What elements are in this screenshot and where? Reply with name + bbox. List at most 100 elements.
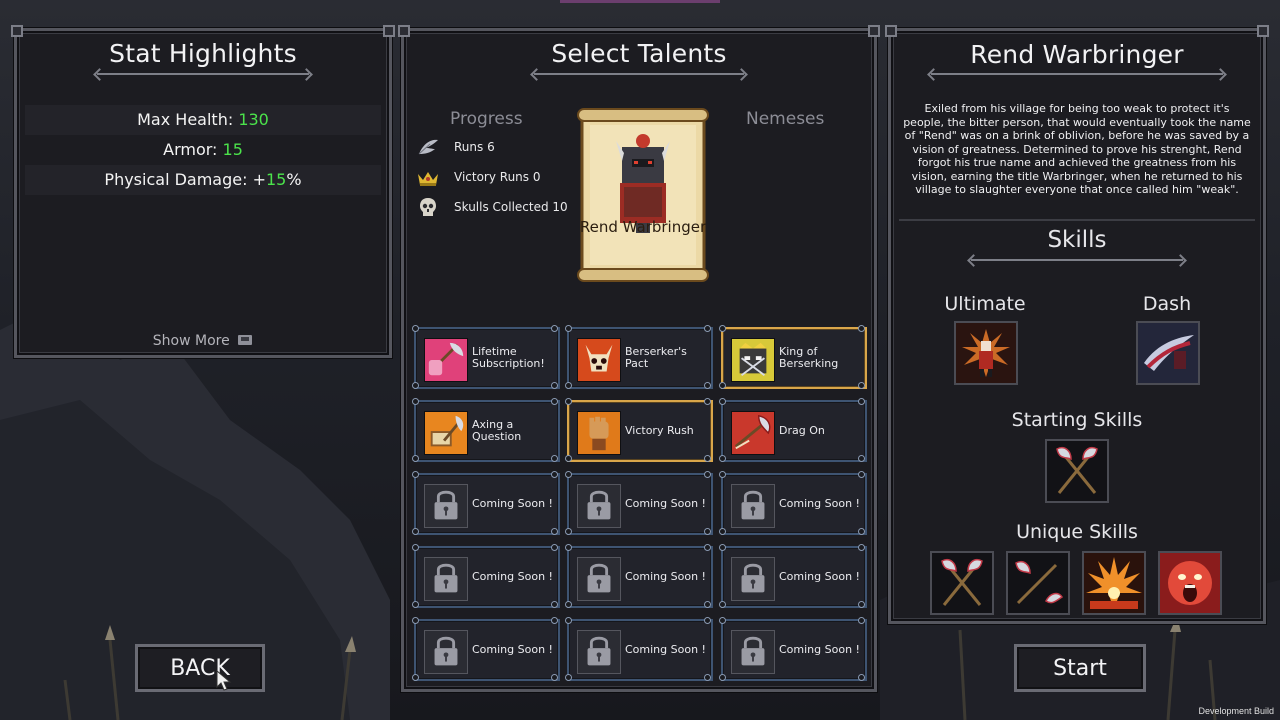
- corner-rivet: [412, 528, 419, 535]
- talent-slot-locked[interactable]: Coming Soon !: [719, 544, 867, 608]
- unique-skills-label: Unique Skills: [1016, 521, 1138, 543]
- character-bio: Exiled from his village for being too we…: [903, 102, 1251, 196]
- corner-rivet: [565, 674, 572, 681]
- title-ornament: [931, 73, 1223, 75]
- crown-icon: [418, 172, 438, 186]
- corner-rivet: [565, 601, 572, 608]
- show-more-label: Show More: [152, 333, 230, 349]
- corner-rivet: [719, 471, 726, 478]
- nemeses-header: Nemeses: [746, 109, 825, 129]
- talent-name: Victory Rush: [625, 424, 694, 437]
- talent-slot[interactable]: King of Berserking: [719, 325, 867, 389]
- stat-label: Physical Damage: +: [104, 170, 266, 189]
- character-portrait-scroll[interactable]: Rend Warbringer: [576, 107, 710, 283]
- show-more-button[interactable]: Show More: [17, 333, 389, 349]
- stat-label: Max Health:: [137, 110, 239, 129]
- starting-skills-label: Starting Skills: [1011, 409, 1143, 431]
- starting-skill-slot[interactable]: [1045, 439, 1109, 503]
- corner-rivet: [412, 617, 419, 624]
- select-talents-panel: Select Talents Progress Nemeses Runs 6 V…: [398, 25, 880, 692]
- progress-runs: Runs 6: [412, 135, 582, 161]
- stat-armor: Armor: 15: [17, 140, 389, 159]
- back-button[interactable]: BACK: [135, 644, 265, 692]
- progress-skulls: Skulls Collected 10: [412, 195, 582, 221]
- talent-name: Coming Soon !: [625, 643, 706, 656]
- start-button[interactable]: Start: [1014, 644, 1146, 692]
- raised-fist-icon: [577, 411, 621, 455]
- talent-slot-locked[interactable]: Coming Soon !: [719, 471, 867, 535]
- talent-slot[interactable]: Drag On: [719, 398, 867, 462]
- title-ornament: [97, 73, 309, 75]
- stat-suffix: %: [286, 170, 302, 189]
- corner-rivet: [565, 398, 572, 405]
- stat-highlights-panel: Stat Highlights Max Health: 130 Armor: 1…: [11, 25, 395, 358]
- select-talents-title: Select Talents: [551, 39, 727, 68]
- development-build-label: Development Build: [1198, 706, 1274, 716]
- screaming-face-icon: [1160, 553, 1220, 613]
- unique-skill-slot[interactable]: [1082, 551, 1146, 615]
- unique-skill-slot[interactable]: [1158, 551, 1222, 615]
- top-indicator: [560, 0, 720, 3]
- keyboard-key-icon: [238, 335, 253, 345]
- corner-rivet: [719, 325, 726, 332]
- progress-victory-runs: Victory Runs 0: [412, 165, 582, 191]
- corner-rivet: [412, 601, 419, 608]
- corner-rivet: [412, 398, 419, 405]
- unique-skill-slot[interactable]: [1006, 551, 1070, 615]
- talent-name: Drag On: [779, 424, 825, 437]
- dash-label: Dash: [1142, 293, 1192, 315]
- corner-rivet: [719, 544, 726, 551]
- talent-slot[interactable]: Axing a Question: [412, 398, 560, 462]
- talent-slot[interactable]: Victory Rush: [565, 398, 713, 462]
- lock-icon: [577, 630, 621, 674]
- talent-slot[interactable]: Lifetime Subscription!: [412, 325, 560, 389]
- talent-name: Berserker's Pact: [625, 345, 687, 370]
- stat-highlights-title: Stat Highlights: [109, 39, 297, 68]
- corner-rivet: [412, 471, 419, 478]
- corner-rivet: [719, 601, 726, 608]
- rage-figure-icon: [956, 323, 1016, 383]
- unique-skill-slot[interactable]: [930, 551, 994, 615]
- corner-rivet: [412, 325, 419, 332]
- character-name-title: Rend Warbringer: [970, 40, 1184, 69]
- lock-icon: [424, 557, 468, 601]
- corner-rivet: [565, 528, 572, 535]
- corner-rivet: [565, 325, 572, 332]
- talent-name: Coming Soon !: [625, 570, 706, 583]
- corner-rivet: [565, 471, 572, 478]
- stat-value: 15: [266, 170, 287, 189]
- talent-name: Coming Soon !: [625, 497, 706, 510]
- talent-slot-locked[interactable]: Coming Soon !: [412, 544, 560, 608]
- demon-skull-icon: [577, 338, 621, 382]
- corner-rivet: [719, 528, 726, 535]
- talent-slot-locked[interactable]: Coming Soon !: [565, 617, 713, 681]
- corner-rivet: [412, 544, 419, 551]
- dragging-axe-icon: [731, 411, 775, 455]
- lock-icon: [424, 484, 468, 528]
- mouse-cursor-icon: [216, 670, 232, 691]
- corner-rivet: [565, 455, 572, 462]
- talent-slot-locked[interactable]: Coming Soon !: [565, 544, 713, 608]
- section-divider: [899, 219, 1255, 221]
- corner-rivet: [719, 382, 726, 389]
- talent-slot-locked[interactable]: Coming Soon !: [412, 471, 560, 535]
- lock-icon: [731, 484, 775, 528]
- talent-slot-locked[interactable]: Coming Soon !: [565, 471, 713, 535]
- feather-wing-icon: [418, 139, 438, 155]
- corner-rivet: [412, 674, 419, 681]
- character-info-panel: Rend Warbringer Exiled from his village …: [885, 25, 1269, 624]
- talent-slot-locked[interactable]: Coming Soon !: [412, 617, 560, 681]
- ultimate-label: Ultimate: [944, 293, 1026, 315]
- talent-slot[interactable]: Berserker's Pact: [565, 325, 713, 389]
- corner-rivet: [412, 455, 419, 462]
- progress-header: Progress: [450, 109, 523, 129]
- talent-slot-locked[interactable]: Coming Soon !: [719, 617, 867, 681]
- character-name-on-scroll: Rend Warbringer: [579, 218, 707, 236]
- ultimate-skill-slot[interactable]: [954, 321, 1018, 385]
- flame-burst-icon: [1084, 553, 1144, 613]
- dash-slash-icon: [1138, 323, 1198, 383]
- talent-name: Lifetime Subscription!: [472, 345, 545, 370]
- dash-skill-slot[interactable]: [1136, 321, 1200, 385]
- corner-rivet: [565, 617, 572, 624]
- title-ornament: [971, 259, 1183, 261]
